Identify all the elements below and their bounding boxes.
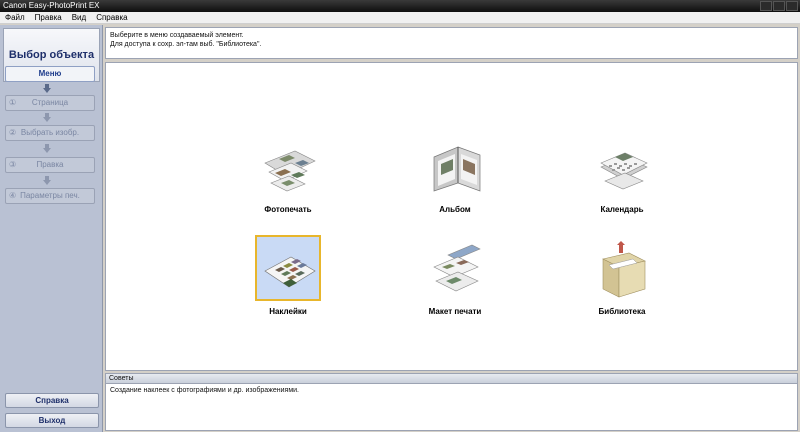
item-photo-print[interactable]: Фотопечать <box>228 133 338 233</box>
item-stickers[interactable]: Наклейки <box>228 235 338 335</box>
arrow-down-icon <box>43 113 51 122</box>
step-select-images[interactable]: ② Выбрать изобр. <box>5 125 95 141</box>
tips-box: Создание наклеек с фотографиями и др. из… <box>105 384 798 431</box>
arrow-down-icon <box>43 84 51 93</box>
menu-file[interactable]: Файл <box>0 12 30 23</box>
step-print-settings-label: Параметры печ. <box>20 191 80 200</box>
item-label: Библиотека <box>598 307 646 316</box>
stickers-icon <box>264 256 316 288</box>
exit-button[interactable]: Выход <box>5 413 99 428</box>
instruction-line: Выберите в меню создаваемый элемент. <box>110 32 244 39</box>
item-thumb <box>589 133 655 199</box>
item-thumb <box>589 235 655 301</box>
item-thumb <box>255 235 321 301</box>
item-selection-area: Фотопечать Альбом Календарь Наклейки Мак… <box>105 62 798 371</box>
item-label: Фотопечать <box>264 205 312 214</box>
item-label: Альбом <box>439 205 471 214</box>
step-number: ③ <box>9 160 17 169</box>
step-number: ② <box>9 128 17 137</box>
sidebar: Выбор объекта Меню ① Страница ② Выбрать … <box>0 25 103 432</box>
item-album[interactable]: Альбом <box>395 133 505 233</box>
step-edit[interactable]: ③ Правка <box>5 157 95 173</box>
step-edit-label: Правка <box>36 160 64 169</box>
instruction-box: Выберите в меню создаваемый элемент. Для… <box>105 27 798 59</box>
step-print-settings[interactable]: ④ Параметры печ. <box>5 188 95 204</box>
tips-text: Создание наклеек с фотографиями и др. из… <box>110 387 299 394</box>
item-label: Наклейки <box>269 307 307 316</box>
minimize-button[interactable] <box>760 1 772 11</box>
item-calendar[interactable]: Календарь <box>562 133 672 233</box>
window-title: Canon Easy-PhotoPrint EX <box>3 1 100 10</box>
calendar-icon <box>600 152 648 190</box>
tips-header: Советы <box>105 373 798 384</box>
item-label: Календарь <box>600 205 644 214</box>
item-thumb <box>422 133 488 199</box>
step-page[interactable]: ① Страница <box>5 95 95 111</box>
close-button[interactable] <box>786 1 798 11</box>
layout-print-icon <box>433 244 481 292</box>
item-layout-print[interactable]: Макет печати <box>395 235 505 335</box>
item-library[interactable]: Библиотека <box>562 235 672 335</box>
item-thumb <box>422 235 488 301</box>
instruction-line: Для доступа к сохр. эл-там выб. "Библиот… <box>110 41 262 48</box>
window-controls <box>760 1 798 11</box>
step-number: ④ <box>9 191 17 200</box>
menu-edit[interactable]: Правка <box>30 12 67 23</box>
arrow-down-icon <box>43 176 51 185</box>
item-thumb <box>255 133 321 199</box>
item-label: Макет печати <box>428 307 482 316</box>
step-menu-label: Меню <box>38 69 62 78</box>
photo-print-icon <box>264 150 316 192</box>
menu-view[interactable]: Вид <box>67 12 91 23</box>
menu-bar: Файл Правка Вид Справка <box>0 12 800 24</box>
library-icon <box>602 241 646 298</box>
help-button[interactable]: Справка <box>5 393 99 408</box>
step-select-images-label: Выбрать изобр. <box>20 128 80 137</box>
album-icon <box>433 146 481 192</box>
arrow-down-icon <box>43 144 51 153</box>
maximize-button[interactable] <box>773 1 785 11</box>
step-number: ① <box>9 98 17 107</box>
menu-help[interactable]: Справка <box>91 12 132 23</box>
step-menu[interactable]: Меню <box>5 66 95 82</box>
title-bar: Canon Easy-PhotoPrint EX <box>0 0 800 12</box>
step-page-label: Страница <box>31 98 69 107</box>
